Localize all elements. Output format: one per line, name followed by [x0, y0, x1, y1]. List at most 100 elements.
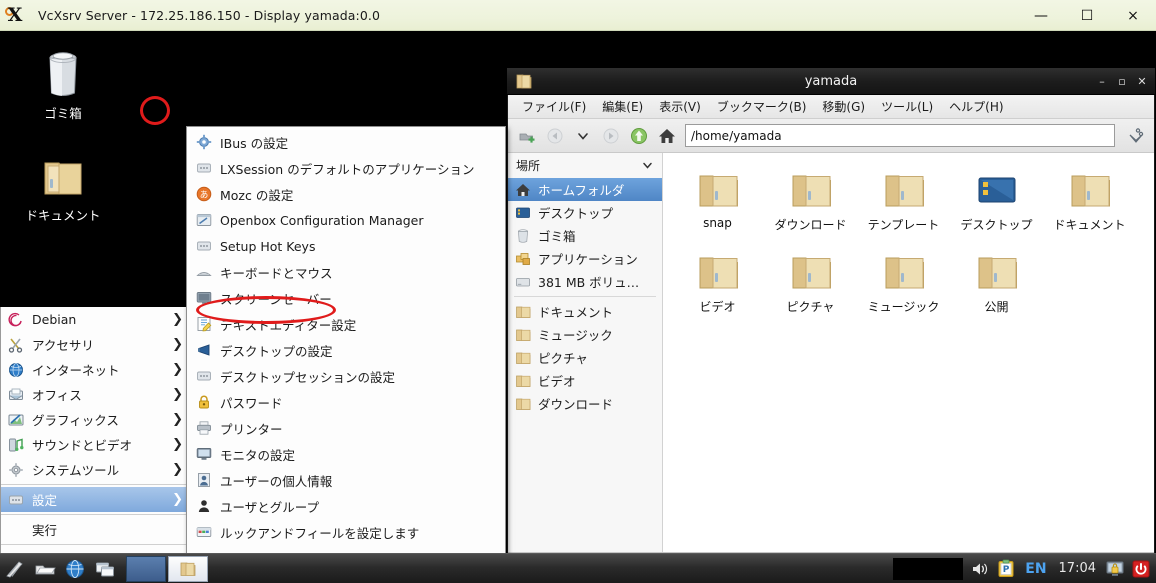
system-tray[interactable]: P EN 17:04	[893, 555, 1156, 583]
menubar-edit[interactable]: 編集(E)	[594, 95, 651, 118]
launcher-lxde-menu[interactable]	[0, 555, 30, 583]
forward-button[interactable]	[598, 123, 624, 149]
launcher-browser[interactable]	[60, 555, 90, 583]
file-item[interactable]: snap	[671, 163, 764, 245]
menu-item-accessories[interactable]: アクセサリ ❯	[1, 332, 189, 357]
file-list-area[interactable]: snap ダウンロード テンプレート デスクトップ ドキュメント ビデオ ピクチ…	[663, 153, 1154, 552]
submenu-label: スクリーンセーバー	[220, 291, 332, 307]
sidebar-bookmark-documents[interactable]: ドキュメント	[508, 300, 662, 323]
tray-language[interactable]: EN	[1019, 561, 1052, 577]
submenu-item-users-groups[interactable]: ユーザとグループ	[187, 493, 505, 519]
view-options-button[interactable]	[1122, 123, 1148, 149]
multimedia-icon	[7, 436, 25, 454]
submenu-item-desktop-preferences[interactable]: デスクトップの設定	[187, 337, 505, 363]
task-button-blank[interactable]	[126, 555, 166, 582]
sidebar-item-trash[interactable]: ゴミ箱	[508, 224, 662, 247]
maximize-button[interactable]: ☐	[1064, 0, 1110, 31]
up-button[interactable]	[626, 123, 652, 149]
submenu-item-password[interactable]: パスワード	[187, 389, 505, 415]
submenu-item-monitor-settings[interactable]: モニタの設定	[187, 441, 505, 467]
submenu-item-mozc[interactable]: あ Mozc の設定	[187, 181, 505, 207]
file-item[interactable]: 公開	[950, 245, 1043, 327]
submenu-item-printer[interactable]: プリンター	[187, 415, 505, 441]
tray-clock[interactable]: 17:04	[1053, 561, 1102, 576]
lxde-main-menu[interactable]: Debian ❯ アクセサリ ❯ インターネット ❯ オフィス ❯ グラフィック…	[0, 307, 190, 553]
sidebar-bookmark-pictures[interactable]: ピクチャ	[508, 346, 662, 369]
menubar-view[interactable]: 表示(V)	[651, 95, 709, 118]
menubar-bookmarks[interactable]: ブックマーク(B)	[709, 95, 815, 118]
file-manager-titlebar: yamada – ▫ ✕	[507, 68, 1155, 95]
file-item[interactable]: ダウンロード	[764, 163, 857, 245]
submenu-item-setup-hot-keys[interactable]: Setup Hot Keys	[187, 233, 505, 259]
menu-item-graphics[interactable]: グラフィックス ❯	[1, 407, 189, 432]
file-manager-toolbar[interactable]: /home/yamada	[508, 119, 1154, 153]
desktop-icon-trash[interactable]: ゴミ箱	[8, 49, 118, 122]
minimize-button[interactable]: —	[1018, 0, 1064, 31]
sidebar-item-desktop[interactable]: デスクトップ	[508, 201, 662, 224]
fm-close-button[interactable]: ✕	[1133, 72, 1151, 92]
back-button[interactable]	[542, 123, 568, 149]
tray-power[interactable]	[1128, 556, 1154, 582]
close-button[interactable]: ×	[1110, 0, 1156, 31]
submenu-item-language-support[interactable]: 言語サポート	[187, 545, 505, 554]
file-label: ミュージック	[867, 300, 940, 314]
submenu-item-text-editor-prefs[interactable]: テキストエディター設定	[187, 311, 505, 337]
file-item[interactable]: ミュージック	[857, 245, 950, 327]
submenu-item-ibus[interactable]: IBus の設定	[187, 129, 505, 155]
task-button-list[interactable]	[126, 555, 208, 582]
folder-icon	[513, 304, 533, 320]
submenu-item-screensaver[interactable]: スクリーンセーバー	[187, 285, 505, 311]
sidebar-item-volume[interactable]: 381 MB ボリュ…	[508, 270, 662, 293]
launcher-show-desktop[interactable]	[90, 555, 120, 583]
file-item[interactable]: ドキュメント	[1043, 163, 1136, 245]
history-dropdown-button[interactable]	[570, 123, 596, 149]
menu-item-debian[interactable]: Debian ❯	[1, 307, 189, 332]
menu-item-internet[interactable]: インターネット ❯	[1, 357, 189, 382]
sidebar-item-home[interactable]: ホームフォルダ	[508, 178, 662, 201]
tray-clipboard[interactable]: P	[993, 556, 1019, 582]
submenu-item-keyboard-mouse[interactable]: キーボードとマウス	[187, 259, 505, 285]
menubar-help[interactable]: ヘルプ(H)	[941, 95, 1011, 118]
submenu-item-user-info[interactable]: ユーザーの個人情報	[187, 467, 505, 493]
menu-item-preferences[interactable]: 設定 ❯	[1, 487, 189, 512]
menu-item-multimedia[interactable]: サウンドとビデオ ❯	[1, 432, 189, 457]
menu-item-office[interactable]: オフィス ❯	[1, 382, 189, 407]
sidebar-bookmark-music[interactable]: ミュージック	[508, 323, 662, 346]
sidebar-bookmark-videos[interactable]: ビデオ	[508, 369, 662, 392]
submenu-label: Openbox Configuration Manager	[220, 212, 424, 228]
file-item[interactable]: ビデオ	[671, 245, 764, 327]
submenu-item-lxsession-defaults[interactable]: LXSession のデフォルトのアプリケーション	[187, 155, 505, 181]
menu-item-system-tools[interactable]: システムツール ❯	[1, 457, 189, 482]
fm-maximize-button[interactable]: ▫	[1113, 72, 1131, 92]
menubar-tools[interactable]: ツール(L)	[873, 95, 941, 118]
submenu-item-openbox-config[interactable]: Openbox Configuration Manager	[187, 207, 505, 233]
submenu-item-look-and-feel[interactable]: ルックアンドフィールを設定します	[187, 519, 505, 545]
launcher-file-manager[interactable]	[30, 555, 60, 583]
fm-minimize-button[interactable]: –	[1093, 72, 1111, 92]
menubar-go[interactable]: 移動(G)	[814, 95, 873, 118]
chevron-down-icon[interactable]	[641, 159, 654, 172]
home-button[interactable]	[654, 123, 680, 149]
path-input[interactable]: /home/yamada	[685, 124, 1115, 147]
tray-volume[interactable]	[967, 556, 993, 582]
taskbar[interactable]: P EN 17:04	[0, 553, 1156, 583]
file-manager-sidebar[interactable]: 場所 ホームフォルダ デスクトップ ゴミ箱 アプリケーション 381 MB ボリ…	[508, 153, 663, 552]
new-tab-button[interactable]	[514, 123, 540, 149]
file-item[interactable]: ピクチャ	[764, 245, 857, 327]
sidebar-bookmark-downloads[interactable]: ダウンロード	[508, 392, 662, 415]
submenu-item-desktop-session[interactable]: デスクトップセッションの設定	[187, 363, 505, 389]
sidebar-item-applications[interactable]: アプリケーション	[508, 247, 662, 270]
places-header[interactable]: 場所	[508, 153, 662, 178]
desktop-area[interactable]: ゴミ箱 ドキュメント Debian ❯ アクセサリ ❯ インターネット ❯ オフ…	[0, 31, 1156, 553]
tray-lock-screen[interactable]	[1102, 556, 1128, 582]
desktop-icon-documents[interactable]: ドキュメント	[8, 153, 118, 224]
file-manager-menubar[interactable]: ファイル(F) 編集(E) 表示(V) ブックマーク(B) 移動(G) ツール(…	[508, 95, 1154, 119]
task-button-yamada[interactable]	[168, 555, 208, 582]
menubar-file[interactable]: ファイル(F)	[514, 95, 594, 118]
menu-label: アクセサリ	[32, 338, 94, 353]
file-item[interactable]: テンプレート	[857, 163, 950, 245]
file-item[interactable]: デスクトップ	[950, 163, 1043, 245]
menu-item-run[interactable]: 実行	[1, 517, 189, 542]
chevron-right-icon: ❯	[172, 362, 183, 377]
settings-submenu[interactable]: IBus の設定 LXSession のデフォルトのアプリケーション あ Moz…	[186, 126, 506, 553]
